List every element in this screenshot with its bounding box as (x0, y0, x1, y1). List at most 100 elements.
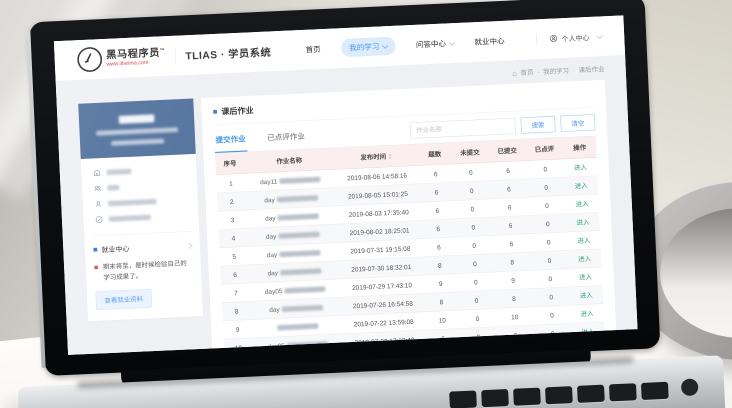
blurred-value (108, 199, 157, 207)
cell-questions: 6 (421, 219, 455, 239)
homework-name-prefix: day (267, 269, 278, 277)
enter-link[interactable]: 进入 (576, 200, 589, 208)
enter-link[interactable]: 进入 (581, 310, 594, 318)
itheima-logo-icon (77, 47, 103, 73)
search-button[interactable]: 搜索 (520, 116, 555, 134)
cell-questions: 6 (420, 201, 454, 221)
cell-not-submitted: 0 (455, 235, 493, 255)
cell-no: 9 (223, 320, 253, 340)
cell-submitted: 10 (496, 307, 534, 327)
blurred-homework-name (279, 177, 320, 184)
nav-item-qa-center[interactable]: 问答中心 (416, 38, 455, 50)
homework-name-prefix: day (264, 196, 275, 204)
breadcrumb-separator: · (573, 66, 575, 74)
view-job-material-button[interactable]: 查看就业资料 (95, 289, 152, 310)
brand: 黑马程序员™ www.itheima.com (106, 47, 166, 68)
group-icon (94, 185, 102, 193)
homework-name-input[interactable] (410, 118, 516, 139)
blurred-value (109, 215, 151, 222)
photo-scene: 黑马程序员™ www.itheima.com TLIAS · 学员系统 首页 我… (0, 0, 732, 408)
profile-row (94, 181, 186, 193)
enter-link[interactable]: 进入 (575, 182, 588, 190)
homework-name-prefix: day (269, 305, 280, 313)
cell-reviewed: 0 (527, 177, 565, 197)
enter-link[interactable]: 进入 (580, 291, 593, 299)
cell-questions: 10 (425, 310, 459, 330)
job-notice: 期末将至，是时候检验自己的学习成果了。 (85, 255, 201, 291)
col-header-not-submitted: 未提交 (451, 141, 489, 164)
cell-not-submitted: 0 (459, 327, 497, 347)
blurred-homework-name (279, 250, 320, 257)
cell-reviewed: 0 (528, 195, 566, 215)
tab-submit-homework[interactable]: 提交作业 (214, 125, 247, 153)
bullet-square-icon (213, 110, 217, 114)
cell-submitted: 6 (492, 234, 530, 254)
profile-row (94, 196, 186, 208)
nav-item-home[interactable]: 首页 (305, 44, 321, 55)
keyboard-key (577, 385, 605, 403)
user-menu[interactable]: 个人中心 (536, 30, 602, 45)
user-menu-label: 个人中心 (561, 32, 589, 43)
blurred-homework-name (277, 323, 318, 330)
cell-reviewed: 0 (533, 305, 571, 325)
laptop-lid: 黑马程序员™ www.itheima.com TLIAS · 学员系统 首页 我… (29, 0, 660, 376)
blurred-student-name (119, 114, 155, 124)
check-circle-icon (95, 216, 103, 224)
nav-item-job-center[interactable]: 就业中心 (474, 35, 505, 47)
cell-action: 进入 (570, 304, 604, 324)
cell-action: 进入 (564, 176, 598, 196)
blurred-homework-name (280, 268, 321, 275)
cell-submitted: 8 (493, 252, 531, 272)
cell-homework-name: day05 (252, 334, 343, 355)
cell-no: 2 (217, 192, 247, 212)
breadcrumb-item-my-learning[interactable]: 我的学习 (543, 66, 569, 76)
laptop-screen: 黑马程序员™ www.itheima.com TLIAS · 学员系统 首页 我… (54, 15, 638, 355)
chevron-down-icon (449, 39, 455, 45)
nav-item-my-learning[interactable]: 我的学习 (341, 37, 396, 58)
tab-reviewed-homework[interactable]: 已点评作业 (265, 122, 306, 151)
enter-link[interactable]: 进入 (581, 328, 594, 336)
cell-reviewed: 0 (530, 250, 568, 270)
keyboard-key (545, 386, 573, 404)
cell-submitted: 6 (491, 197, 529, 217)
enter-link[interactable]: 进入 (579, 273, 592, 281)
page-title: 课后作业 (221, 104, 254, 117)
enter-link[interactable]: 进入 (578, 255, 591, 263)
chevron-down-icon (382, 42, 388, 48)
homework-name-prefix: day05 (267, 342, 285, 350)
cell-reviewed: 0 (526, 159, 564, 179)
system-title: TLIAS · 学员系统 (185, 44, 272, 62)
main-nav: 首页 我的学习 问答中心 就业中心 (305, 32, 505, 59)
cell-not-submitted: 0 (456, 254, 494, 274)
enter-link[interactable]: 进入 (576, 218, 589, 226)
notice-dot-icon (94, 265, 98, 269)
cell-submitted: 9 (494, 270, 532, 290)
keyboard-key (641, 382, 669, 400)
breadcrumb-item-home[interactable]: 首页 (520, 67, 533, 77)
homework-name-prefix: day (267, 251, 278, 259)
cell-not-submitted: 0 (454, 217, 492, 237)
divider (536, 33, 537, 45)
power-key (681, 378, 699, 396)
brand-trademark: ™ (160, 48, 166, 54)
cell-questions: 6 (426, 328, 460, 348)
cell-reviewed: 0 (531, 269, 569, 289)
keyboard-key (481, 389, 509, 407)
cell-action: 进入 (569, 267, 603, 287)
laptop: 黑马程序员™ www.itheima.com TLIAS · 学员系统 首页 我… (12, 0, 687, 408)
blurred-class-info (111, 139, 164, 146)
col-header-submitted: 已提交 (488, 139, 526, 162)
blurred-value (107, 169, 132, 175)
homework-name-prefix: day05 (265, 287, 283, 295)
cell-not-submitted: 0 (457, 272, 495, 292)
clear-button[interactable]: 清空 (560, 114, 595, 132)
sort-icon[interactable]: ▲▼ (388, 153, 392, 160)
cell-not-submitted: 0 (453, 181, 491, 201)
cell-no: 8 (222, 301, 252, 321)
web-app: 黑马程序员™ www.itheima.com TLIAS · 学员系统 首页 我… (54, 15, 638, 355)
enter-link[interactable]: 进入 (574, 164, 587, 172)
enter-link[interactable]: 进入 (577, 237, 590, 245)
blurred-homework-name (282, 305, 323, 312)
col-header-reviewed: 已点评 (525, 138, 563, 161)
breadcrumb-item-current: 课后作业 (578, 64, 604, 74)
